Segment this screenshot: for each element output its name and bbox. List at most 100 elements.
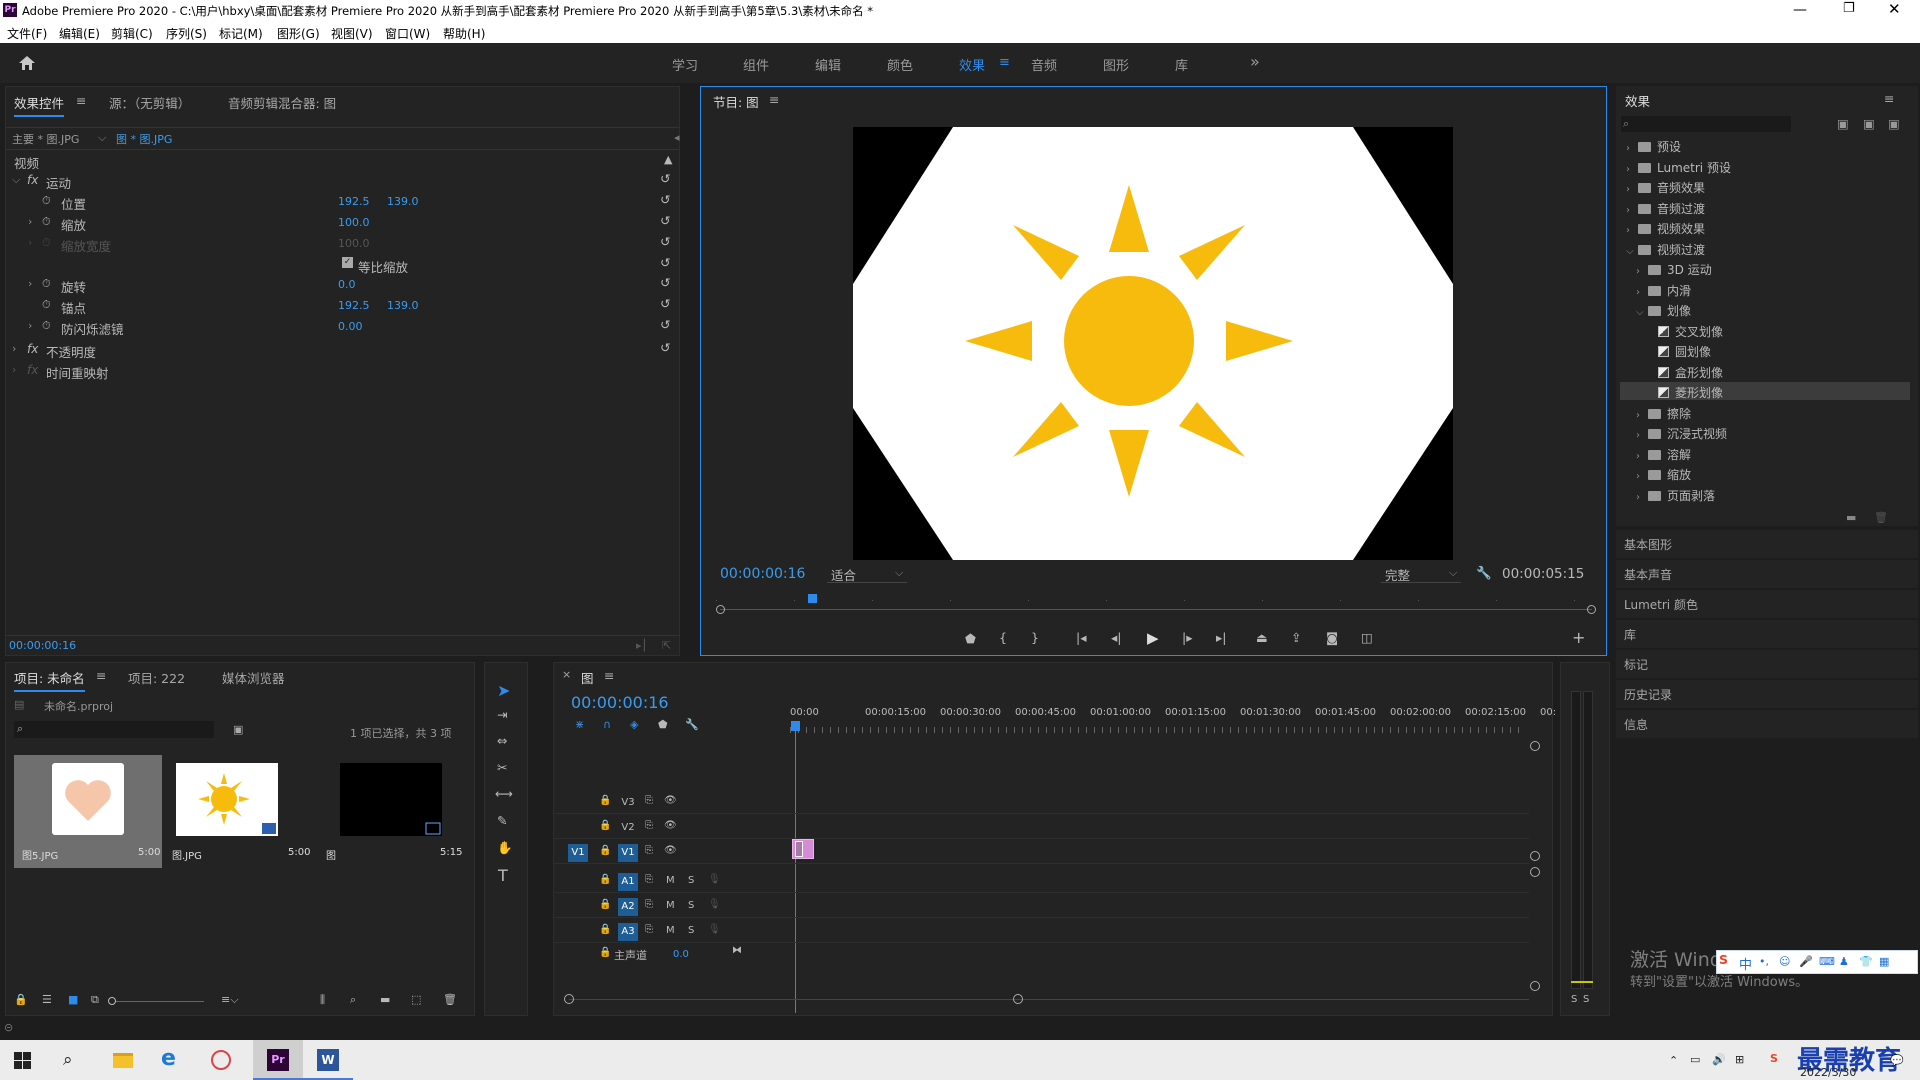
- property-value[interactable]: 100.0: [338, 216, 370, 229]
- workspace-libraries[interactable]: 库: [1175, 55, 1188, 74]
- chevron-right-icon[interactable]: ›: [1626, 164, 1638, 175]
- timeline-timecode[interactable]: 00:00:00:16: [571, 693, 669, 712]
- track-lock-icon[interactable]: 🔒: [599, 820, 611, 831]
- stopwatch-icon[interactable]: ⏱: [42, 215, 51, 229]
- chevron-right-icon[interactable]: ›: [1636, 471, 1648, 482]
- type-tool-icon[interactable]: T: [498, 866, 508, 885]
- mute-button[interactable]: M: [666, 900, 675, 911]
- step-forward-icon[interactable]: |▸: [1182, 630, 1193, 645]
- chevron-right-icon[interactable]: ›: [1636, 410, 1648, 421]
- zoom-slider[interactable]: [108, 997, 204, 1005]
- tab-media-browser[interactable]: 媒体浏览器: [222, 668, 285, 687]
- panel-menu-icon[interactable]: ≡: [96, 668, 106, 683]
- effects-tree-item[interactable]: › 视频效果: [1626, 220, 1705, 237]
- collapsed-panel-header[interactable]: 信息: [1616, 710, 1918, 738]
- workspace-editing[interactable]: 编辑: [815, 55, 841, 74]
- collapsed-panel-header[interactable]: 基本图形: [1616, 530, 1918, 558]
- mic-icon[interactable]: 🎙: [708, 924, 721, 935]
- add-marker-icon[interactable]: ⬟: [965, 631, 976, 646]
- effects-tree-item[interactable]: ⌵ 视频过渡: [1626, 241, 1705, 258]
- accelerated-effects-icon[interactable]: ▣: [1837, 116, 1849, 131]
- lock-icon[interactable]: 🔒: [14, 993, 28, 1006]
- home-icon[interactable]: [18, 55, 36, 71]
- program-video-frame[interactable]: [853, 127, 1453, 560]
- motion-chevron-icon[interactable]: ⌵: [12, 173, 20, 187]
- chevron-right-icon[interactable]: ›: [1636, 451, 1648, 462]
- tab-effect-controls[interactable]: 效果控件: [14, 93, 65, 117]
- program-timecode[interactable]: 00:00:00:16: [720, 566, 805, 582]
- stopwatch-icon[interactable]: ⏱: [42, 298, 51, 312]
- v-scroll-audio-top[interactable]: [1530, 867, 1540, 877]
- mic-icon[interactable]: 🎙: [708, 874, 721, 885]
- chevron-down-icon[interactable]: ⌵: [1636, 307, 1648, 318]
- ime-lang-toggle[interactable]: 中: [1739, 954, 1752, 973]
- filter-icon[interactable]: ▸⎮: [636, 639, 647, 652]
- punctuation-icon[interactable]: •,: [1759, 955, 1769, 968]
- timeline-playhead[interactable]: [795, 721, 796, 1013]
- master-end-icon[interactable]: ⧓: [732, 945, 742, 956]
- effects-tree-item[interactable]: ⌵ 划像: [1636, 302, 1691, 319]
- search-icon[interactable]: ⌕: [63, 1050, 73, 1070]
- master-clip-label[interactable]: 主要 * 图.JPG: [12, 131, 79, 147]
- chevron-down-icon[interactable]: ⌵: [98, 131, 106, 145]
- scroll-up-icon[interactable]: ▲: [664, 153, 672, 166]
- snipping-tool-icon[interactable]: [211, 1050, 231, 1070]
- delete-icon[interactable]: 🗑: [1874, 511, 1888, 524]
- input-method-icon[interactable]: ⊞: [1735, 1053, 1744, 1066]
- track-target-button[interactable]: V2: [618, 819, 638, 837]
- effects-tree-item[interactable]: 圆划像: [1646, 343, 1711, 360]
- mark-out-icon[interactable]: }: [1031, 630, 1039, 645]
- track-lock-icon[interactable]: 🔒: [599, 874, 611, 885]
- reset-icon[interactable]: ↺: [660, 255, 670, 270]
- fx-badge-icon[interactable]: fx: [27, 173, 38, 187]
- effects-tree-item[interactable]: › 页面剥落: [1636, 487, 1715, 504]
- reset-icon[interactable]: ↺: [660, 317, 670, 332]
- project-item-thumbnail[interactable]: 图.JPG 5:00: [164, 755, 312, 868]
- selection-tool-icon[interactable]: ➤: [497, 681, 510, 700]
- reset-icon[interactable]: ↺: [660, 234, 670, 249]
- skin-icon[interactable]: ♟: [1839, 955, 1849, 968]
- keyboard-icon[interactable]: ⌨: [1819, 955, 1835, 968]
- compare-icon[interactable]: ◫: [1361, 630, 1373, 645]
- icon-view-icon[interactable]: ■: [68, 993, 78, 1006]
- 32bit-effects-icon[interactable]: ▣: [1863, 116, 1875, 131]
- clip-label[interactable]: 图 * 图.JPG: [116, 131, 172, 147]
- collapsed-panel-header[interactable]: 历史记录: [1616, 680, 1918, 708]
- premiere-taskbar-icon[interactable]: Pr: [253, 1040, 303, 1080]
- track-target-button[interactable]: A3: [618, 923, 638, 941]
- mark-in-icon[interactable]: {: [999, 630, 1007, 645]
- new-bin-icon[interactable]: ▬: [380, 993, 390, 1006]
- yuv-effects-icon[interactable]: ▣: [1888, 116, 1900, 131]
- track-select-tool-icon[interactable]: ⇥: [497, 707, 507, 722]
- v-scroll-video-top[interactable]: [1530, 741, 1540, 751]
- property-value[interactable]: 0.00: [338, 320, 363, 333]
- collapsed-panel-header[interactable]: 标记: [1616, 650, 1918, 678]
- fx-badge-icon[interactable]: fx: [27, 342, 38, 356]
- voice-icon[interactable]: 🎤: [1799, 955, 1813, 968]
- menu-sequence[interactable]: 序列(S): [166, 25, 207, 42]
- shirt-icon[interactable]: 👕: [1859, 955, 1873, 968]
- quality-dropdown[interactable]: 完整 ⌵: [1381, 565, 1461, 583]
- master-volume-value[interactable]: 0.0: [673, 949, 689, 960]
- chevron-right-icon[interactable]: ›: [1636, 287, 1648, 298]
- transition-marker[interactable]: [795, 841, 803, 857]
- chevron-right-icon[interactable]: ›: [1636, 430, 1648, 441]
- workspace-assembly[interactable]: 组件: [743, 55, 769, 74]
- windows-start-icon[interactable]: [14, 1052, 31, 1069]
- effects-tree-item[interactable]: › 沉浸式视频: [1636, 425, 1727, 442]
- tab-timeline[interactable]: 图: [581, 668, 594, 687]
- sync-lock-icon[interactable]: ⎘: [645, 845, 653, 856]
- effects-tree-item[interactable]: › Lumetri 预设: [1626, 159, 1731, 176]
- track-target-button[interactable]: V3: [618, 794, 638, 812]
- solo-right-button[interactable]: S: [1583, 994, 1589, 1005]
- effects-tree-item[interactable]: › 缩放: [1636, 466, 1691, 483]
- effects-tree-item[interactable]: › 预设: [1626, 138, 1681, 155]
- grid-icon[interactable]: ▦: [1879, 955, 1889, 968]
- reset-icon[interactable]: ↺: [660, 171, 670, 186]
- file-explorer-icon[interactable]: [113, 1053, 133, 1068]
- sync-lock-icon[interactable]: ⎘: [645, 874, 653, 885]
- scroll-handle-right[interactable]: [1587, 605, 1596, 614]
- h-scroll-left[interactable]: [564, 994, 574, 1004]
- sync-lock-icon[interactable]: ⎘: [645, 924, 653, 935]
- collapsed-panel-header[interactable]: 库: [1616, 620, 1918, 648]
